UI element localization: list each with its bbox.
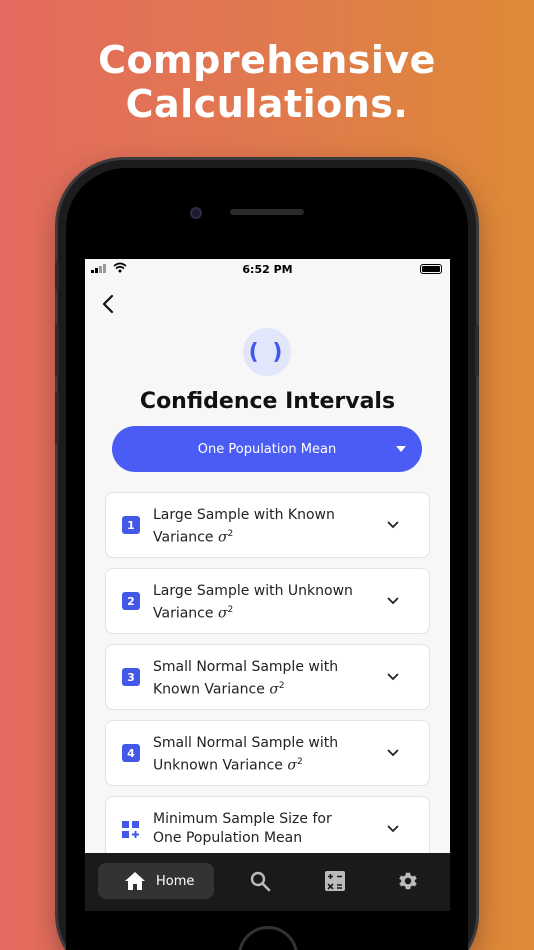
chevron-down-icon	[387, 521, 399, 529]
card-line-2: Unknown Variance σ2	[153, 757, 303, 774]
chevron-down-icon	[387, 749, 399, 757]
promo-headline: Comprehensive Calculations.	[0, 38, 534, 126]
card-label: Small Normal Sample with Known Variance …	[153, 658, 393, 700]
caret-down-icon	[396, 446, 406, 452]
status-time: 6:52 PM	[242, 263, 293, 276]
number-2-icon: 2	[122, 592, 140, 610]
sigma-symbol: σ	[217, 529, 228, 546]
card-label: Large Sample with Unknown Variance σ2	[153, 582, 393, 624]
phone-mute-switch	[55, 262, 59, 290]
tab-home-label: Home	[156, 873, 195, 889]
chevron-down-icon	[387, 597, 399, 605]
card-line-2: One Population Mean	[153, 830, 303, 846]
gear-icon[interactable]	[397, 870, 419, 892]
interval-card-3[interactable]: 3 Small Normal Sample with Known Varianc…	[105, 644, 430, 710]
page-title: Confidence Intervals	[139, 389, 396, 414]
card-line-1: Minimum Sample Size for	[153, 811, 332, 827]
interval-card-1[interactable]: 1 Large Sample with Known Variance σ2	[105, 492, 430, 558]
chevron-down-icon	[387, 825, 399, 833]
card-line-2: Known Variance σ2	[153, 681, 285, 698]
chevron-down-icon	[387, 673, 399, 681]
sigma-symbol: σ	[217, 605, 228, 622]
headline-line-2: Calculations.	[125, 82, 409, 126]
home-icon	[125, 872, 145, 890]
card-label: Minimum Sample Size for One Population M…	[153, 810, 393, 848]
parentheses-icon: ( )	[243, 328, 291, 376]
exponent: 2	[296, 757, 303, 767]
interval-list: 1 Large Sample with Known Variance σ2 2 …	[105, 492, 430, 853]
search-icon[interactable]	[249, 870, 271, 892]
card-line-1: Small Normal Sample with	[153, 735, 339, 751]
card-label: Large Sample with Known Variance σ2	[153, 506, 393, 548]
card-line-1: Large Sample with Unknown	[153, 583, 353, 599]
tab-home[interactable]: Home	[98, 863, 214, 899]
phone-power-button	[475, 325, 479, 377]
card-line-1: Large Sample with Known	[153, 507, 335, 523]
exponent: 2	[278, 681, 285, 691]
number-4-icon: 4	[122, 744, 140, 762]
sigma-symbol: σ	[269, 681, 279, 698]
grid-plus-icon	[122, 821, 139, 838]
calculator-icon[interactable]	[324, 870, 346, 892]
interval-card-4[interactable]: 4 Small Normal Sample with Unknown Varia…	[105, 720, 430, 786]
card-label: Small Normal Sample with Unknown Varianc…	[153, 734, 393, 776]
card-line-2: Variance σ2	[153, 605, 234, 622]
bottom-tab-bar: Home	[85, 853, 450, 911]
battery-icon	[420, 264, 442, 274]
chevron-left-icon	[102, 294, 114, 314]
interval-card-2[interactable]: 2 Large Sample with Unknown Variance σ2	[105, 568, 430, 634]
phone-camera	[190, 207, 202, 219]
phone-volume-up	[55, 325, 59, 377]
sigma-symbol: σ	[287, 757, 297, 774]
app-screen: 6:52 PM ( ) Confidence Intervals One Pop…	[85, 259, 450, 853]
interval-card-sample-size[interactable]: Minimum Sample Size for One Population M…	[105, 796, 430, 853]
back-button[interactable]	[95, 291, 121, 317]
status-bar: 6:52 PM	[85, 259, 450, 279]
headline-line-1: Comprehensive	[98, 38, 436, 82]
card-line-2: Variance σ2	[153, 529, 234, 546]
exponent: 2	[227, 605, 234, 615]
phone-volume-down	[55, 392, 59, 444]
card-line-1: Small Normal Sample with	[153, 659, 339, 675]
phone-speaker	[230, 209, 304, 215]
number-1-icon: 1	[122, 516, 140, 534]
exponent: 2	[227, 529, 234, 539]
dropdown-selected-value: One Population Mean	[197, 441, 337, 457]
population-type-dropdown[interactable]: One Population Mean	[112, 426, 422, 472]
number-3-icon: 3	[122, 668, 140, 686]
